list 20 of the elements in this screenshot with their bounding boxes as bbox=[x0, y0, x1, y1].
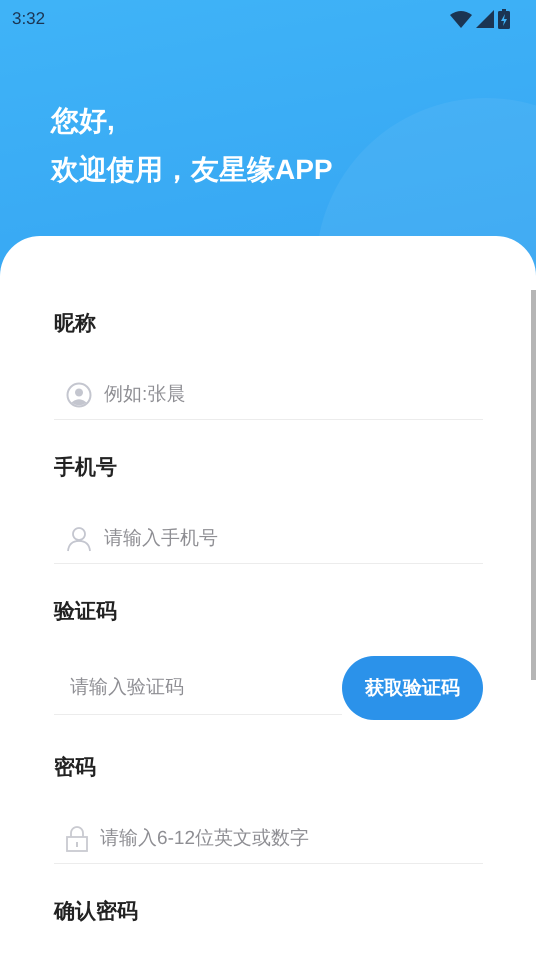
field-label: 密码 bbox=[54, 756, 97, 780]
field-label: 确认密码 bbox=[54, 900, 139, 924]
scrollbar[interactable] bbox=[531, 290, 536, 680]
battery-icon bbox=[498, 9, 510, 29]
input-field[interactable]: 请输入手机号 bbox=[104, 528, 483, 550]
input-field[interactable]: 请输入6-12位英文或数字 bbox=[100, 828, 483, 850]
lock-icon bbox=[66, 826, 88, 852]
signal-icon bbox=[476, 10, 494, 28]
avatar-icon bbox=[66, 382, 92, 408]
code-field[interactable]: 请输入验证码 bbox=[70, 676, 342, 698]
greeting-text: 欢迎使用，友星缘APP bbox=[51, 153, 334, 187]
field-label: 验证码 bbox=[54, 600, 118, 624]
input-field[interactable]: 例如:张晨 bbox=[104, 384, 483, 406]
get-code-button[interactable]: 获取验证码 bbox=[342, 656, 483, 720]
status-time: 3:32 bbox=[12, 9, 46, 29]
wifi-icon bbox=[450, 10, 472, 28]
greeting-text: 您好, bbox=[51, 104, 116, 138]
field-label: 昵称 bbox=[54, 312, 97, 336]
person-icon bbox=[66, 526, 92, 552]
field-label: 手机号 bbox=[54, 456, 118, 480]
